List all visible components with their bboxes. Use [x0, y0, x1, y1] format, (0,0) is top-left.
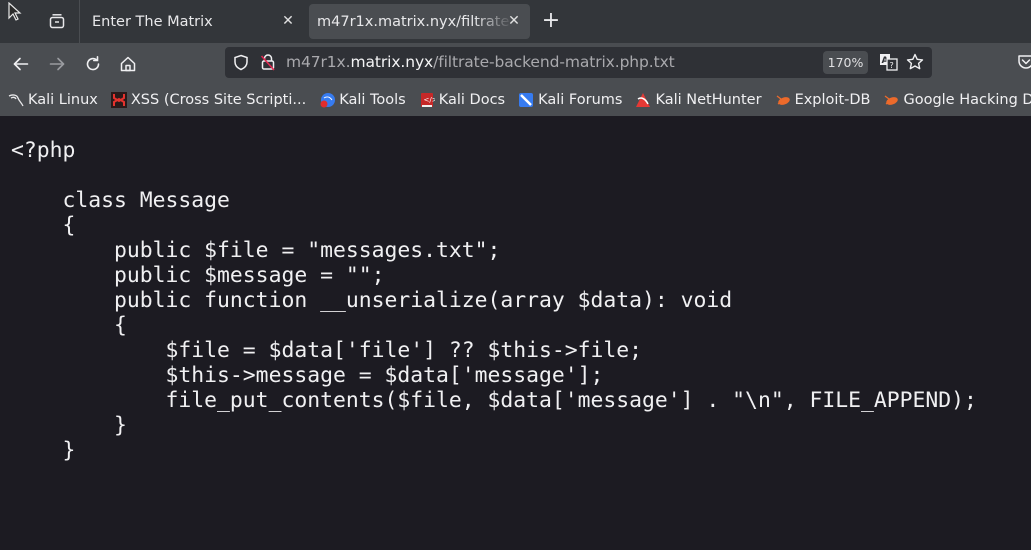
bookmark-kali-linux[interactable]: Kali Linux [8, 92, 98, 108]
code-line: $this->message = $data['message']; [165, 363, 604, 388]
close-tab-icon[interactable]: ✕ [506, 13, 522, 29]
url-path: /filtrate-backend-matrix.php.txt [433, 53, 675, 71]
xss-icon [110, 92, 127, 108]
arrow-right-icon [49, 57, 65, 71]
new-tab-button[interactable]: + [540, 10, 562, 32]
address-bar[interactable]: m47r1x.matrix.nyx/filtrate-backend-matri… [225, 47, 932, 78]
insecure-lock-icon[interactable] [260, 53, 276, 75]
home-icon [120, 56, 136, 72]
url-host: matrix.nyx [350, 53, 434, 71]
tab-enter-the-matrix[interactable]: Enter The Matrix ✕ [80, 4, 304, 39]
code-line: } [11, 438, 76, 463]
home-button[interactable] [116, 52, 140, 76]
pocket-icon[interactable] [1017, 54, 1031, 74]
code-line: public $message = ""; [114, 263, 385, 288]
ghdb-icon [883, 92, 899, 108]
code-line: { [62, 213, 76, 238]
bookmark-kali-tools[interactable]: Kali Tools [319, 92, 406, 108]
bookmarks-toolbar: Kali Linux XSS (Cross Site Scripti... Ka… [0, 84, 1031, 116]
php-source-code: <?php class Message { public $file = "me… [11, 138, 977, 463]
code-line: } [114, 413, 127, 438]
kali-nethunter-icon [635, 92, 651, 108]
code-line: { [114, 313, 127, 338]
page-content: <?php class Message { public $file = "me… [0, 116, 1031, 550]
url-subdomain: m47r1x. [286, 53, 351, 71]
translate-icon[interactable]: A? [879, 53, 899, 75]
back-button[interactable] [9, 52, 33, 76]
url-text[interactable]: m47r1x.matrix.nyx/filtrate-backend-matri… [286, 53, 675, 71]
navigation-toolbar: m47r1x.matrix.nyx/filtrate-backend-matri… [0, 43, 1031, 84]
svg-text:?: ? [890, 61, 894, 70]
tab-title: m47r1x.matrix.nyx/filtrate-backend-matri… [317, 13, 513, 30]
bookmark-kali-nethunter[interactable]: Kali NetHunter [635, 92, 762, 108]
reload-button[interactable] [81, 52, 105, 76]
star-icon[interactable] [906, 53, 924, 75]
code-line: class Message [62, 188, 230, 213]
bookmark-kali-docs[interactable]: </> Kali Docs [419, 92, 505, 108]
forward-button[interactable] [45, 52, 69, 76]
arrow-left-icon [13, 57, 29, 71]
close-tab-icon[interactable]: ✕ [280, 13, 296, 29]
kali-dragon-icon [8, 92, 24, 108]
tab-title: Enter The Matrix [92, 13, 213, 30]
bookmark-exploit-db[interactable]: Exploit-DB [775, 92, 870, 108]
reload-icon [86, 55, 100, 71]
svg-text:</>: </> [423, 96, 435, 104]
kali-tools-icon [319, 92, 336, 108]
tracking-protection-shield-icon[interactable] [233, 54, 249, 75]
tab-filtrate-backend[interactable]: m47r1x.matrix.nyx/filtrate-backend-matri… [309, 4, 530, 39]
mouse-cursor-icon [8, 1, 22, 26]
bookmark-kali-forums[interactable]: Kali Forums [518, 92, 622, 108]
kali-forums-icon [518, 92, 534, 108]
code-line: file_put_contents($file, $data['message'… [165, 388, 977, 413]
tab-strip: Enter The Matrix ✕ m47r1x.matrix.nyx/fil… [0, 0, 1031, 43]
bookmark-google-hacking-db[interactable]: Google Hacking DB [883, 92, 1031, 108]
kali-docs-icon: </> [419, 92, 437, 108]
code-line: public function __unserialize(array $dat… [114, 288, 733, 313]
exploit-db-icon [775, 92, 791, 108]
code-line: <?php [11, 138, 76, 163]
code-line: public $file = "messages.txt"; [114, 238, 501, 263]
zoom-level-button[interactable]: 170% [823, 51, 868, 74]
code-line: $file = $data['file'] ?? $this->file; [165, 338, 643, 363]
bookmark-xss[interactable]: XSS (Cross Site Scripti... [110, 92, 306, 108]
list-all-tabs-icon[interactable] [46, 10, 68, 32]
